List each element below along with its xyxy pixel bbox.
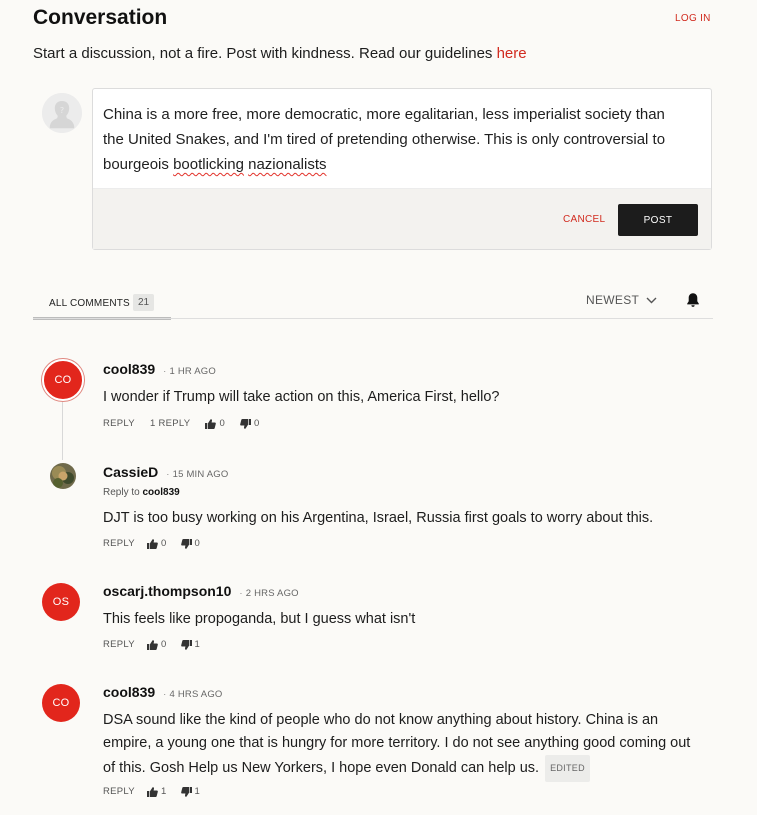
avatar[interactable]: CO — [42, 684, 80, 722]
comment-actions: REPLY 1 REPLY 0 0 — [103, 418, 260, 429]
thumbs-down-icon — [180, 538, 192, 549]
comment-author[interactable]: CassieD — [103, 464, 158, 480]
dislike-button[interactable]: 0 — [240, 418, 260, 429]
page-title: Conversation — [33, 6, 168, 29]
composer-actions: CANCEL POST — [93, 188, 711, 249]
chevron-down-icon — [646, 297, 657, 303]
reply-button[interactable]: REPLY — [103, 538, 135, 549]
comment-body: DSA sound like the kind of people who do… — [103, 709, 703, 782]
user-photo-icon — [50, 463, 76, 489]
comment-body: DJT is too busy working on his Argentina… — [103, 510, 654, 526]
dislike-count: 1 — [194, 639, 201, 650]
comment-time: · 1 HR AGO — [163, 366, 216, 377]
comment-header: CassieD · 15 MIN AGO — [103, 464, 229, 480]
edited-badge: EDITED — [545, 755, 590, 782]
svg-text:?: ? — [60, 106, 64, 115]
like-button[interactable]: 0 — [146, 639, 167, 650]
reply-button[interactable]: REPLY — [103, 639, 135, 650]
comment-actions: REPLY 1 1 — [103, 786, 200, 797]
thumbs-down-icon — [180, 639, 192, 650]
comment-header: oscarj.thompson10 · 2 HRS AGO — [103, 583, 299, 599]
avatar[interactable]: OS — [42, 583, 80, 621]
thread-line — [62, 398, 63, 460]
avatar[interactable]: CO — [42, 359, 84, 401]
sort-label: NEWEST — [586, 293, 640, 307]
guest-avatar: ? — [42, 93, 82, 133]
tagline-text: Start a discussion, not a fire. Post wit… — [33, 45, 497, 62]
comment-author[interactable]: cool839 — [103, 684, 155, 700]
dislike-count: 0 — [194, 538, 201, 549]
comment-time: · 2 HRS AGO — [239, 588, 299, 599]
comment-time-text: 15 MIN AGO — [172, 469, 229, 480]
comment-time-text: 1 HR AGO — [169, 366, 216, 377]
like-button[interactable]: 1 — [146, 786, 167, 797]
reply-button[interactable]: REPLY — [103, 418, 135, 429]
replies-toggle[interactable]: 1 REPLY — [150, 418, 190, 429]
dislike-count: 1 — [194, 786, 201, 797]
like-count: 0 — [160, 538, 167, 549]
reply-to: Reply to cool839 — [103, 487, 180, 498]
comment-header: cool839 · 4 HRS AGO — [103, 684, 223, 700]
bell-icon[interactable] — [686, 292, 700, 308]
comment-author[interactable]: cool839 — [103, 361, 155, 377]
comment-time: · 4 HRS AGO — [163, 689, 223, 700]
like-count: 0 — [160, 639, 167, 650]
like-button[interactable]: 0 — [146, 538, 167, 549]
comment-time: · 15 MIN AGO — [166, 469, 229, 480]
dislike-button[interactable]: 1 — [180, 639, 201, 650]
comment-body: This feels like propoganda, but I guess … — [103, 611, 416, 627]
thumbs-down-icon — [240, 418, 252, 429]
thumbs-up-icon — [146, 786, 158, 797]
like-count: 0 — [219, 418, 226, 429]
user-silhouette-icon: ? — [42, 93, 82, 133]
guidelines-link[interactable]: here — [497, 45, 527, 62]
comment-text: DSA sound like the kind of people who do… — [103, 712, 691, 776]
misspelled-word: nazionalists — [248, 156, 327, 173]
thumbs-up-icon — [146, 639, 158, 650]
comment-time-text: 2 HRS AGO — [245, 588, 299, 599]
thumbs-up-icon — [146, 538, 158, 549]
thumbs-up-icon — [205, 418, 217, 429]
reply-button[interactable]: REPLY — [103, 786, 135, 797]
cancel-button[interactable]: CANCEL — [563, 214, 605, 225]
comment-actions: REPLY 0 0 — [103, 538, 200, 549]
avatar[interactable] — [50, 463, 76, 489]
comment-author[interactable]: oscarj.thompson10 — [103, 583, 231, 599]
misspelled-word: bootlicking — [173, 156, 244, 173]
dislike-button[interactable]: 0 — [180, 538, 201, 549]
reply-to-user[interactable]: cool839 — [142, 487, 179, 498]
dislike-button[interactable]: 1 — [180, 786, 201, 797]
comment-actions: REPLY 0 1 — [103, 639, 200, 650]
dislike-count: 0 — [254, 418, 260, 429]
comment-composer[interactable]: China is a more free, more democratic, m… — [92, 88, 712, 250]
thumbs-down-icon — [180, 786, 192, 797]
tab-all-comments[interactable]: ALL COMMENTS 21 — [33, 292, 171, 320]
login-link[interactable]: LOG IN — [675, 13, 711, 24]
sort-dropdown[interactable]: NEWEST — [586, 293, 657, 307]
tabs-divider — [33, 318, 713, 319]
composer-text-input[interactable]: China is a more free, more democratic, m… — [103, 102, 683, 177]
post-button[interactable]: POST — [618, 204, 698, 236]
like-button[interactable]: 0 — [205, 418, 225, 429]
comment-header: cool839 · 1 HR AGO — [103, 361, 216, 377]
comment-time-text: 4 HRS AGO — [169, 689, 223, 700]
tab-label: ALL COMMENTS — [49, 298, 130, 309]
reply-to-prefix: Reply to — [103, 487, 143, 498]
comment-body: I wonder if Trump will take action on th… — [103, 389, 500, 405]
like-count: 1 — [160, 786, 167, 797]
comment-count-badge: 21 — [133, 294, 155, 311]
tagline: Start a discussion, not a fire. Post wit… — [33, 45, 527, 62]
